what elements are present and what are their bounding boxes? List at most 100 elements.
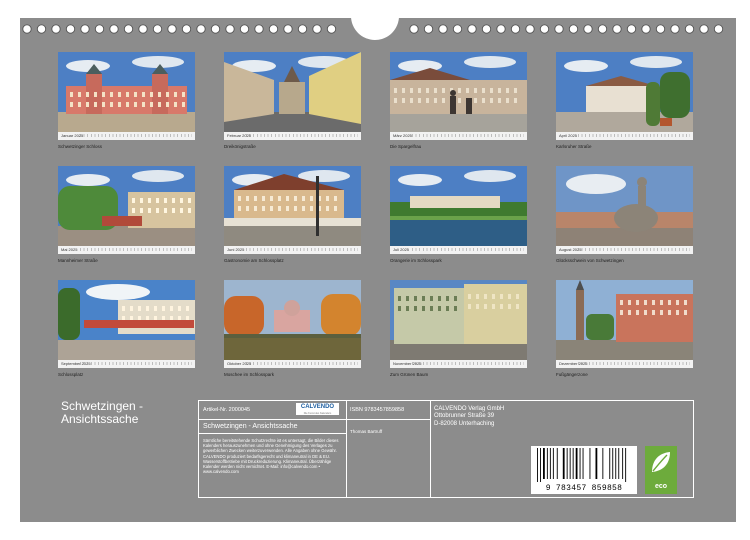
month-label: April 2025 (559, 133, 578, 138)
photo-caption: Moschee im Schlosspark (224, 372, 275, 377)
photo-image (556, 52, 693, 132)
binding-hole (539, 24, 550, 34)
photo-image (556, 280, 693, 360)
binding-hole (152, 24, 163, 34)
binding-hole (467, 24, 477, 34)
barcode-bar (537, 448, 538, 482)
binding-hole (123, 24, 134, 34)
calendar-strip: März 2025 (390, 132, 527, 140)
cover-title-line2: Ansichtssache (61, 412, 139, 426)
binding-hole (138, 24, 148, 34)
photo-image (390, 280, 527, 360)
calendar-strip: Juli 2025 (390, 246, 527, 254)
leaf-icon (652, 452, 670, 472)
binding-hole (612, 24, 622, 34)
binding-hole (583, 24, 593, 34)
photo-caption: Die Spargelfrau (390, 144, 422, 149)
binding-hole (22, 24, 32, 34)
binding-hole (181, 24, 192, 34)
month-label: Juni 2025 (227, 247, 245, 252)
day-ticks (412, 134, 524, 137)
photo-caption: Dreikönigstraße (224, 144, 256, 149)
binding-hole (94, 24, 105, 34)
calendar-strip: Februar 2025 (224, 132, 361, 140)
binding-hole (481, 24, 492, 34)
binding-hole (525, 24, 535, 34)
barcode-digits: 9 783457 859858 (545, 484, 623, 493)
calendar-strip: August 2025 (556, 246, 693, 254)
month-label: März 2025 (393, 133, 412, 138)
barcode-bar (552, 448, 554, 479)
binding-hole (409, 24, 419, 34)
barcode-bar (549, 448, 551, 479)
barcode-bar (602, 448, 604, 479)
day-ticks (578, 134, 690, 137)
month-photo (556, 280, 693, 360)
barcode-bar (609, 448, 611, 479)
photo-caption: Zum Grünen Baum (390, 372, 429, 377)
binding-hole (268, 24, 279, 34)
binding-hole (655, 24, 666, 34)
binding-hole (597, 24, 608, 34)
logo-subtext: Die Kunst des Kalenders (303, 412, 332, 415)
isbn: ISBN 9783457859858 (350, 407, 405, 413)
binding-hole (167, 24, 177, 34)
day-ticks (246, 362, 358, 365)
calendar-strip: Dezember 2025 (556, 360, 693, 368)
barcode-bar (562, 448, 565, 479)
barcode-bar (589, 448, 591, 479)
barcode-bar (572, 448, 574, 479)
month-photo (58, 280, 195, 360)
publisher-street: Ottobrunner Straße 39 (434, 413, 495, 420)
day-ticks (578, 248, 690, 251)
binding-hole (554, 24, 564, 34)
day-ticks (80, 362, 192, 365)
publisher-address: CALVENDO Verlag GmbH Ottobrunner Straße … (434, 406, 504, 428)
binding-hole (210, 24, 221, 34)
barcode-bar (540, 448, 541, 482)
binding-hole (670, 24, 680, 34)
photo-caption: Schwetzinger Schloss (58, 144, 103, 149)
divider (430, 401, 431, 497)
month-photo (224, 52, 361, 132)
divider (199, 433, 346, 434)
calendar-strip: Juni 2025 (224, 246, 361, 254)
barcode-bar (595, 448, 598, 479)
eco-badge: eco (645, 446, 677, 494)
photo-image (224, 166, 361, 246)
photo-caption: Fußgängerzone (556, 372, 588, 377)
binding-hole (568, 24, 579, 34)
month-label: Juli 2025 (393, 247, 410, 252)
binding-hole (626, 24, 637, 34)
barcode-bar (582, 448, 584, 479)
calendar-strip: Januar 2025 (58, 132, 195, 140)
binding-hole (452, 24, 463, 34)
photo-image (556, 166, 693, 246)
day-ticks (80, 134, 192, 137)
binding-hole (510, 24, 521, 34)
month-photo (58, 166, 195, 246)
month-photo (58, 52, 195, 132)
photo-image (58, 52, 195, 132)
article-number: Artikel-Nr. 2000045 (203, 407, 251, 413)
photo-image (224, 280, 361, 360)
binding-hole (239, 24, 250, 34)
divider (199, 419, 346, 420)
day-ticks (412, 248, 524, 251)
photo-image (390, 52, 527, 132)
author-name: Thomas Bartruff (350, 429, 383, 434)
month-photo (556, 52, 693, 132)
calendar-strip: Oktober 2025 (224, 360, 361, 368)
barcode-bar (543, 448, 545, 479)
photo-caption: Karlsruher Straße (556, 144, 592, 149)
calendar-strip: September 2025 (58, 360, 195, 368)
binding-hole (36, 24, 47, 34)
photo-caption: Mannheimer Straße (58, 258, 98, 263)
calendar-strip: November 2025 (390, 360, 527, 368)
barcode-bar (615, 448, 617, 479)
legal-text: Sämtliche bereitstehende Schutzrechte is… (203, 438, 339, 475)
photo-caption: Schlossplatz (58, 372, 84, 377)
binding-hole (109, 24, 119, 34)
binding-hole (438, 24, 448, 34)
barcode-bar (612, 448, 614, 479)
